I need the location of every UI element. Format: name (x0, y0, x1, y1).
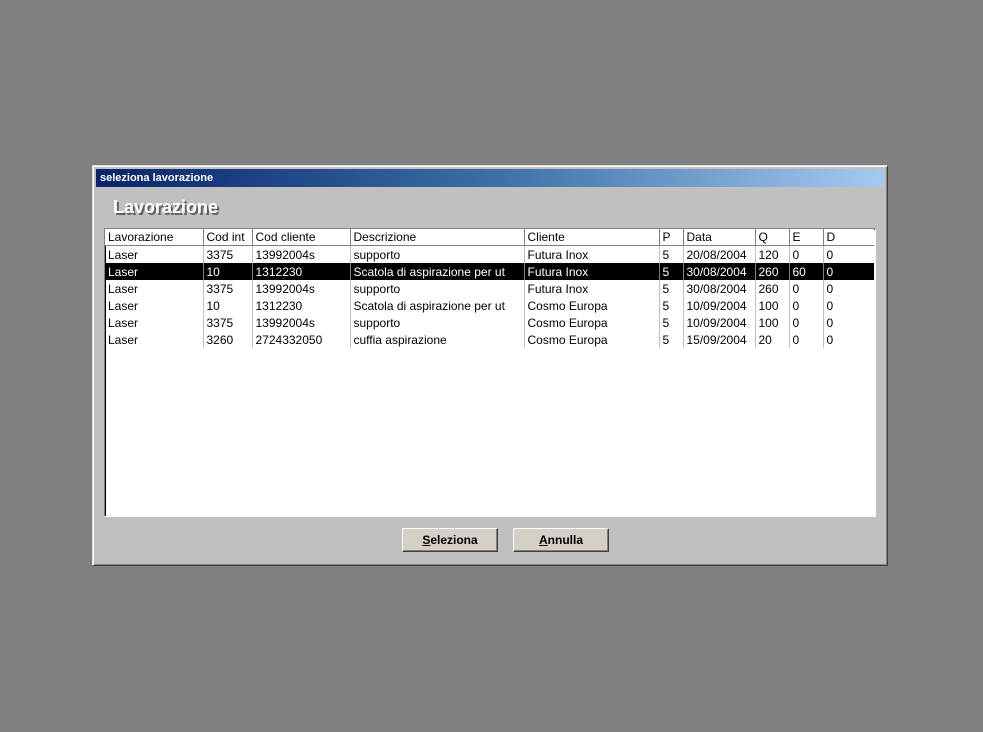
column-header-d[interactable]: D (823, 229, 874, 246)
table-row[interactable]: Laser 10 1312230 Scatola di aspirazione … (105, 297, 874, 314)
cell-cod-int: 3260 (203, 331, 253, 348)
cell-e: 0 (789, 245, 824, 263)
table-row[interactable]: Laser 3375 13992004s supporto Futura Ino… (105, 280, 874, 297)
cell-q: 120 (755, 245, 790, 263)
cell-q: 260 (755, 280, 790, 297)
cell-d: 0 (823, 263, 874, 280)
cell-data: 30/08/2004 (683, 263, 756, 280)
cell-d: 0 (826, 247, 834, 262)
cell-descrizione: Scatola di aspirazione per ut (350, 263, 525, 280)
cell-d: 0 (826, 281, 834, 296)
cell-e: 0 (789, 314, 824, 331)
cell-data: 15/09/2004 (683, 331, 756, 348)
column-header-cod-cliente[interactable]: Cod cliente (252, 229, 351, 246)
cell-data: 10/09/2004 (683, 297, 756, 314)
cell-p: 5 (659, 263, 684, 280)
cell-cod-cliente: 1312230 (252, 263, 351, 280)
cell-data: 30/08/2004 (683, 280, 756, 297)
cell-descrizione: Scatola di aspirazione per ut (350, 297, 525, 314)
cell-q: 100 (755, 297, 790, 314)
cell-cod-int: 3375 (203, 245, 253, 263)
cell-cliente: Cosmo Europa (524, 314, 660, 331)
cell-descrizione: supporto (350, 245, 525, 263)
dialog-title-bar[interactable]: seleziona lavorazione (96, 169, 884, 187)
cell-d: 0 (826, 315, 834, 330)
cell-q: 20 (755, 331, 790, 348)
table-row[interactable]: Laser 3260 2724332050 cuffia aspirazione… (105, 331, 874, 348)
cell-data: 20/08/2004 (683, 245, 756, 263)
column-header-q[interactable]: Q (755, 229, 790, 246)
cell-q: 260 (755, 263, 790, 280)
cell-p: 5 (659, 331, 684, 348)
column-header-data[interactable]: Data (683, 229, 756, 246)
cell-e: 0 (789, 280, 824, 297)
cell-cod-int: 3375 (203, 314, 253, 331)
cell-d: 0 (826, 332, 834, 347)
cell-cod-int: 3375 (203, 280, 253, 297)
annulla-button-accelerator: A (538, 533, 548, 547)
cell-e: 0 (789, 331, 824, 348)
cell-cod-int: 10 (203, 297, 253, 314)
seleziona-button-label: eleziona (430, 533, 478, 547)
seleziona-button[interactable]: Seleziona (402, 528, 498, 552)
cell-cod-cliente: 1312230 (252, 297, 351, 314)
processing-table: Lavorazione Cod int Cod cliente Descrizi… (105, 229, 874, 348)
cell-descrizione: supporto (350, 314, 525, 331)
cell-lavorazione: Laser (105, 245, 204, 263)
cell-cod-cliente: 13992004s (252, 245, 351, 263)
column-header-lavorazione[interactable]: Lavorazione (105, 229, 204, 246)
cell-cod-cliente: 2724332050 (252, 331, 351, 348)
cell-e: 60 (789, 263, 824, 280)
cell-lavorazione: Laser (105, 263, 204, 280)
cell-descrizione: cuffia aspirazione (350, 331, 525, 348)
annulla-button[interactable]: Annulla (513, 528, 609, 552)
cell-p: 5 (659, 280, 684, 297)
cell-lavorazione: Laser (105, 314, 204, 331)
table-row[interactable]: Laser 3375 13992004s supporto Futura Ino… (105, 245, 874, 263)
cell-cod-cliente: 13992004s (252, 280, 351, 297)
cell-cod-cliente: 13992004s (252, 314, 351, 331)
cell-q: 100 (755, 314, 790, 331)
cell-d: 0 (826, 298, 834, 313)
cell-p: 5 (659, 297, 684, 314)
table-row[interactable]: Laser 3375 13992004s supporto Cosmo Euro… (105, 314, 874, 331)
processing-list[interactable]: Lavorazione Cod int Cod cliente Descrizi… (104, 228, 876, 517)
cell-descrizione: supporto (350, 280, 525, 297)
column-header-e[interactable]: E (789, 229, 824, 246)
column-header-descrizione[interactable]: Descrizione (350, 229, 525, 246)
cell-cliente: Futura Inox (524, 280, 660, 297)
cell-cliente: Cosmo Europa (524, 331, 660, 348)
cell-data: 10/09/2004 (683, 314, 756, 331)
column-header-p[interactable]: P (659, 229, 684, 246)
cell-lavorazione: Laser (105, 297, 204, 314)
cell-cliente: Futura Inox (524, 245, 660, 263)
cell-lavorazione: Laser (105, 280, 204, 297)
cell-p: 5 (659, 245, 684, 263)
cell-lavorazione: Laser (105, 331, 204, 348)
column-header-cod-int[interactable]: Cod int (203, 229, 253, 246)
select-processing-dialog: seleziona lavorazione Lavorazione Lavora… (92, 165, 888, 566)
cell-cliente: Futura Inox (524, 263, 660, 280)
cell-e: 0 (789, 297, 824, 314)
table-row-selected[interactable]: Laser 10 1312230 Scatola di aspirazione … (105, 263, 874, 280)
page-heading: Lavorazione (113, 197, 219, 217)
annulla-button-label: nnulla (547, 533, 583, 547)
column-header-row: Lavorazione Cod int Cod cliente Descrizi… (105, 229, 874, 246)
cell-cliente: Cosmo Europa (524, 297, 660, 314)
cell-cod-int: 10 (203, 263, 253, 280)
column-header-cliente[interactable]: Cliente (524, 229, 660, 246)
dialog-title: seleziona lavorazione (100, 172, 214, 184)
cell-p: 5 (659, 314, 684, 331)
